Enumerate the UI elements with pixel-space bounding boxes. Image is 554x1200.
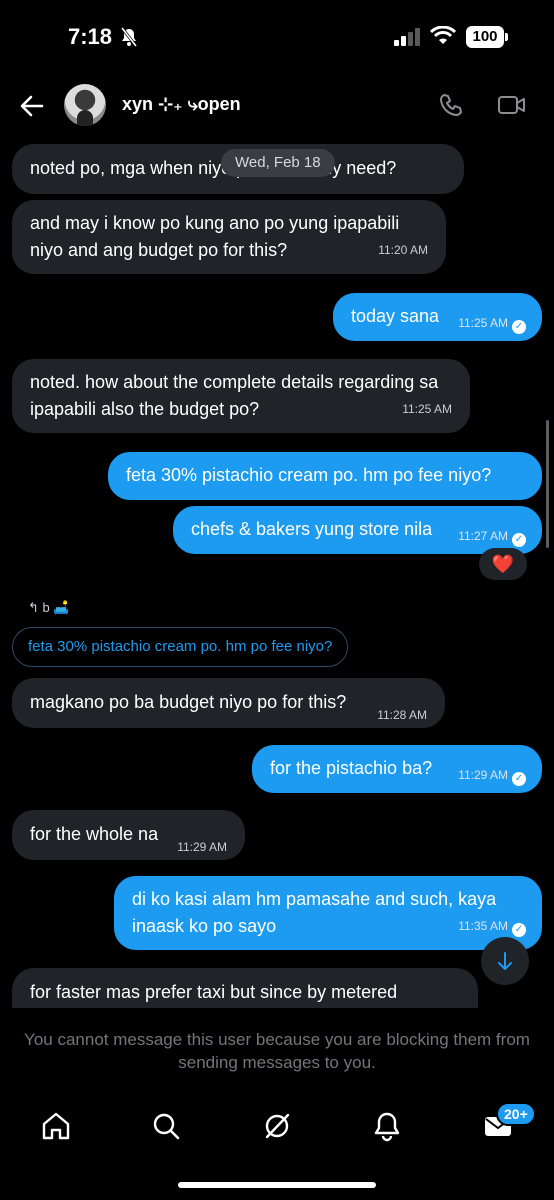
message-text: magkano po ba budget niyo po for this? <box>30 692 347 712</box>
status-bar: 7:18 100 <box>0 0 554 76</box>
message-bubble-incoming[interactable]: magkano po ba budget niyo po for this? 1… <box>12 678 445 728</box>
video-call-icon[interactable] <box>497 92 527 123</box>
message-timestamp: 11:29 AM ✓ <box>458 762 526 789</box>
message-timestamp-text: 11:25 AM <box>458 316 508 330</box>
notifications-bell-icon[interactable] <box>367 1106 407 1146</box>
message-timestamp: 11:28 AM <box>377 708 427 722</box>
message-timestamp: 11:27 AM ✓ <box>458 523 526 550</box>
message-timestamp: 11:25 AM <box>402 402 452 416</box>
conversation-header: xyn ⊹₊ ⤷open <box>0 80 554 132</box>
quoted-message[interactable]: feta 30% pistachio cream po. hm po fee n… <box>12 627 349 667</box>
message-bubble-incoming[interactable]: for the whole na 11:29 AM <box>12 810 245 860</box>
reply-indicator: ↰ b 🛋️ <box>28 600 70 615</box>
read-receipt-icon: ✓ <box>512 772 526 786</box>
search-icon[interactable] <box>146 1106 186 1146</box>
message-bubble-outgoing[interactable]: today sana 11:25 AM ✓ <box>333 293 542 341</box>
avatar[interactable] <box>64 84 106 126</box>
read-receipt-icon: ✓ <box>512 320 526 334</box>
read-receipt-icon: ✓ <box>512 923 526 937</box>
phone-call-icon[interactable] <box>438 92 464 123</box>
battery-icon: 100 <box>466 26 504 48</box>
message-text: and may i know po kung ano po yung ipapa… <box>30 213 400 260</box>
message-timestamp-text: 11:35 AM <box>458 919 508 933</box>
grok-icon[interactable] <box>257 1106 297 1146</box>
message-timestamp-text: 11:27 AM <box>458 529 508 543</box>
scroll-to-bottom-button[interactable] <box>481 937 529 985</box>
status-time: 7:18 <box>68 24 113 49</box>
bottom-navigation <box>0 1098 554 1154</box>
wifi-icon <box>429 25 457 51</box>
message-text: feta 30% pistachio cream po. hm po fee n… <box>126 465 492 485</box>
message-bubble-outgoing[interactable]: di ko kasi alam hm pamasahe and such, ka… <box>114 876 542 950</box>
message-thread[interactable]: noted po, mga when niyo po ito exactly n… <box>0 140 554 1008</box>
message-bubble-incoming[interactable]: for faster mas prefer taxi but since by … <box>12 968 478 1008</box>
contact-name[interactable]: xyn ⊹₊ ⤷open <box>122 94 241 115</box>
battery-cap <box>505 33 508 41</box>
cellular-signal-icon <box>394 28 422 51</box>
message-text: for faster mas prefer taxi but since by … <box>30 982 398 1002</box>
silent-mode-icon <box>120 27 138 52</box>
message-bubble-outgoing[interactable]: feta 30% pistachio cream po. hm po fee n… <box>108 452 542 500</box>
message-bubble-incoming[interactable]: noted. how about the complete details re… <box>12 359 470 433</box>
message-bubble-outgoing[interactable]: chefs & bakers yung store nila 11:27 AM ✓ <box>173 506 542 554</box>
home-indicator[interactable] <box>178 1182 376 1188</box>
scrollbar[interactable] <box>546 420 549 548</box>
date-separator: Wed, Feb 18 <box>221 149 335 177</box>
message-text: noted. how about the complete details re… <box>30 372 439 419</box>
read-receipt-icon: ✓ <box>512 533 526 547</box>
message-timestamp-text: 11:29 AM <box>458 768 508 782</box>
message-timestamp: 11:29 AM <box>177 840 227 854</box>
heart-reaction-icon[interactable]: ❤️ <box>479 548 527 580</box>
message-bubble-outgoing[interactable]: for the pistachio ba? 11:29 AM ✓ <box>252 745 542 793</box>
home-icon[interactable] <box>36 1106 76 1146</box>
message-timestamp: 11:25 AM ✓ <box>458 310 526 337</box>
messages-unread-badge: 20+ <box>496 1102 536 1126</box>
message-timestamp: 11:20 AM <box>378 243 428 257</box>
blocked-notice: You cannot message this user because you… <box>24 1030 530 1072</box>
message-bubble-incoming[interactable]: and may i know po kung ano po yung ipapa… <box>12 200 446 274</box>
message-timestamp: 11:35 AM ✓ <box>458 913 526 940</box>
back-arrow-icon[interactable] <box>18 92 46 120</box>
